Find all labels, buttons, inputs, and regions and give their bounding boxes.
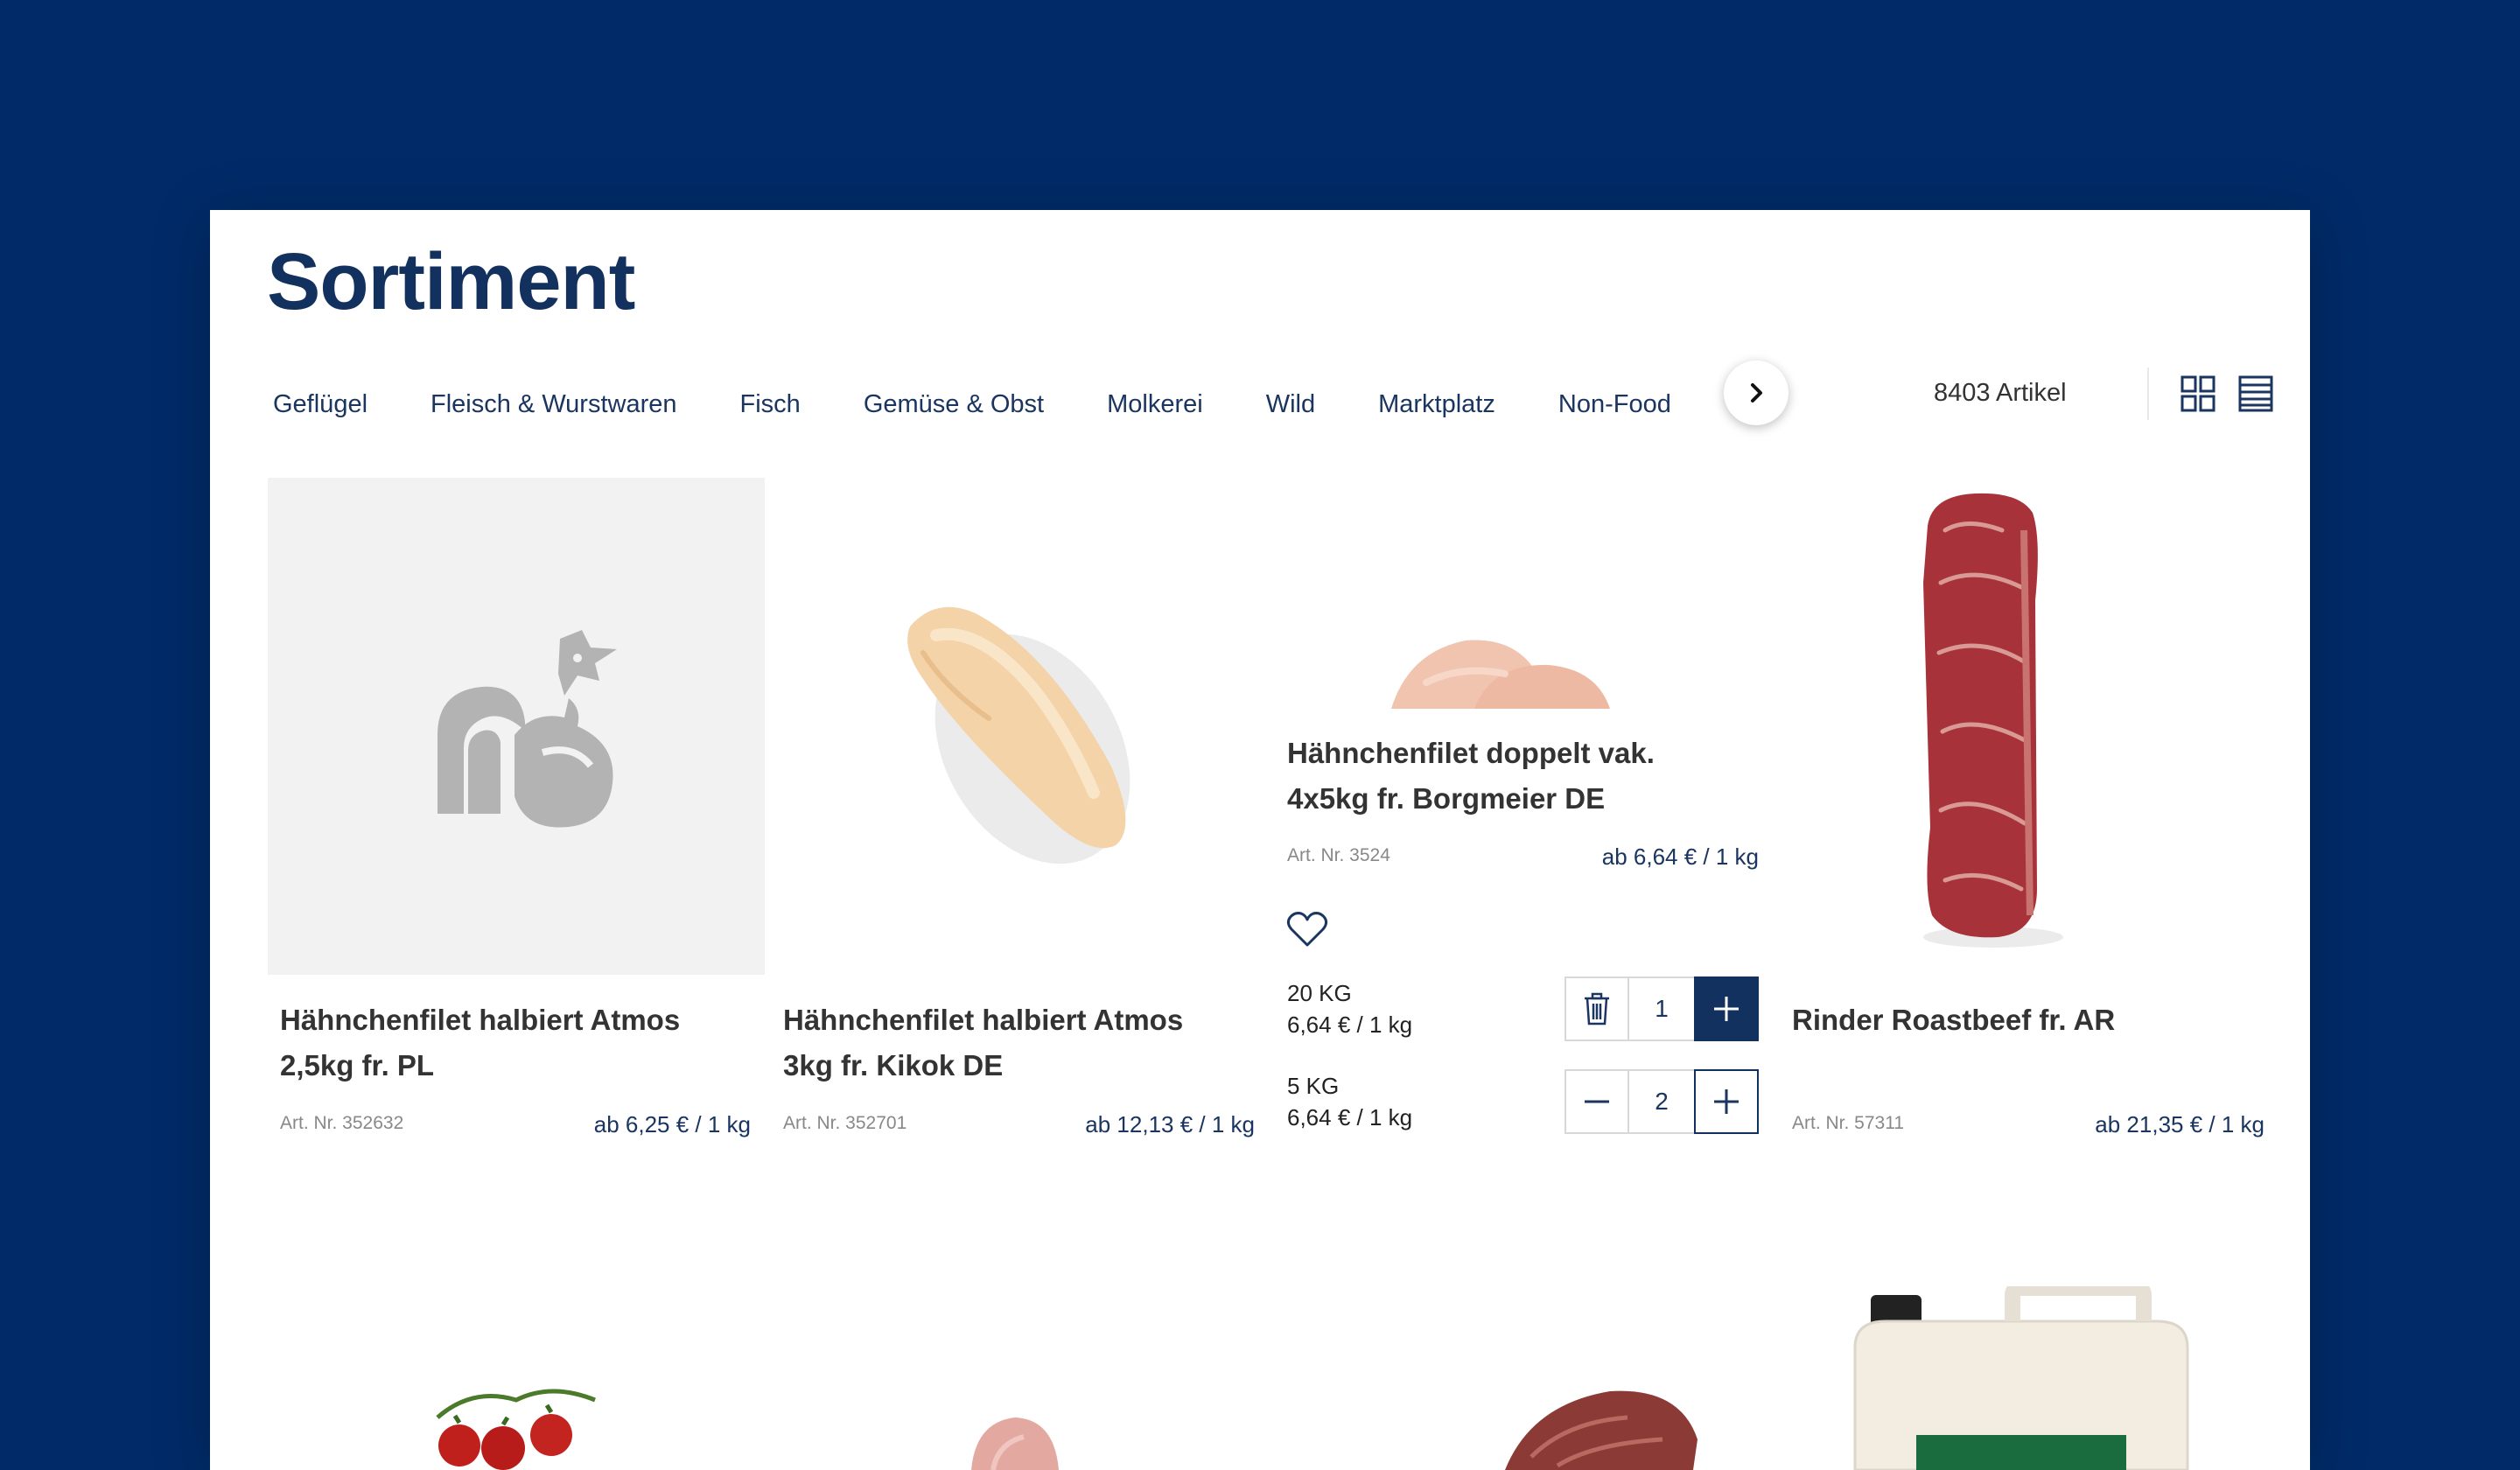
product-image-poultry[interactable]	[962, 1382, 1068, 1470]
article-count: 8403 Artikel	[1934, 379, 2067, 407]
canister-image	[1853, 1280, 2189, 1470]
minus-icon	[1585, 1100, 1609, 1103]
product-image-tomatoes[interactable]	[420, 1348, 621, 1470]
product-name[interactable]: Hähnchenfilet doppelt vak. 4x5kg fr. Bor…	[1287, 731, 1777, 822]
quantity-stepper: 2	[1564, 1069, 1759, 1134]
roastbeef-image	[1923, 493, 2063, 948]
tomatoes-image	[436, 1389, 596, 1470]
product-price: ab 12,13 € / 1 kg	[1085, 1111, 1255, 1138]
quantity-value[interactable]: 1	[1629, 976, 1694, 1041]
favorite-heart-icon[interactable]	[1286, 910, 1328, 948]
trash-icon	[1585, 992, 1609, 1026]
category-fleisch-wurstwaren[interactable]: Fleisch & Wurstwaren	[430, 390, 677, 419]
product-image-beef-cut[interactable]	[1496, 1369, 1706, 1470]
product-article-number: Art. Nr. 352701	[783, 1113, 907, 1133]
product-image-chicken-double[interactable]	[1286, 586, 1732, 709]
rooster-logo-icon	[438, 630, 617, 828]
grid-view-icon[interactable]	[2180, 374, 2216, 413]
product-price: ab 21,35 € / 1 kg	[2095, 1111, 2264, 1138]
product-image-placeholder[interactable]	[268, 478, 765, 975]
product-name[interactable]: Hähnchenfilet halbiert Atmos 3kg fr. Kik…	[783, 998, 1273, 1088]
quantity-stepper: 1	[1564, 976, 1759, 1041]
chevron-right-icon	[1751, 383, 1762, 402]
poultry-image	[971, 1418, 1059, 1470]
category-nav: Geflügel Fleisch & Wurstwaren Fisch Gemü…	[273, 378, 1734, 430]
list-view-icon[interactable]	[2238, 374, 2273, 413]
product-name[interactable]: Rinder Roastbeef fr. AR	[1792, 998, 2282, 1043]
chicken-fillet-image	[907, 606, 1130, 864]
category-fisch[interactable]: Fisch	[740, 390, 801, 419]
product-price: ab 6,64 € / 1 kg	[1601, 844, 1759, 870]
plus-icon	[1714, 997, 1739, 1021]
category-wild[interactable]: Wild	[1266, 390, 1315, 419]
quantity-value[interactable]: 2	[1629, 1069, 1694, 1134]
category-non-food[interactable]: Non-Food	[1558, 390, 1671, 419]
product-image-chicken-fillet[interactable]	[770, 478, 1267, 975]
category-next-button[interactable]	[1724, 360, 1788, 425]
product-image-roastbeef[interactable]	[1792, 478, 2289, 975]
unit-size-label: 5 KG	[1287, 1073, 1340, 1099]
increment-button[interactable]	[1694, 976, 1759, 1041]
beef-cut-image	[1505, 1390, 1698, 1470]
product-name[interactable]: Hähnchenfilet halbiert Atmos 2,5kg fr. P…	[280, 998, 770, 1088]
category-molkerei[interactable]: Molkerei	[1107, 390, 1203, 419]
page-title: Sortiment	[267, 237, 635, 326]
category-gemuese-obst[interactable]: Gemüse & Obst	[864, 390, 1044, 419]
delete-button[interactable]	[1564, 976, 1629, 1041]
plus-icon	[1714, 1089, 1739, 1114]
product-article-number: Art. Nr. 57311	[1792, 1113, 1905, 1133]
category-marktplatz[interactable]: Marktplatz	[1378, 390, 1495, 419]
product-listing-panel: Sortiment Geflügel Fleisch & Wurstwaren …	[210, 210, 2310, 1470]
unit-price: 6,64 € / 1 kg	[1287, 1012, 1413, 1038]
product-article-number: Art. Nr. 3524	[1287, 845, 1390, 865]
decrement-button[interactable]	[1564, 1069, 1629, 1134]
increment-button[interactable]	[1694, 1069, 1759, 1134]
product-price: ab 6,25 € / 1 kg	[593, 1111, 751, 1138]
product-article-number: Art. Nr. 352632	[280, 1113, 404, 1133]
unit-size-label: 20 KG	[1287, 980, 1352, 1006]
unit-price: 6,64 € / 1 kg	[1287, 1104, 1413, 1130]
category-gefluegel[interactable]: Geflügel	[273, 390, 368, 419]
product-image-canister[interactable]	[1846, 1280, 2196, 1470]
chicken-double-fillet-image	[1391, 640, 1610, 709]
toolbar-divider	[2147, 368, 2149, 420]
